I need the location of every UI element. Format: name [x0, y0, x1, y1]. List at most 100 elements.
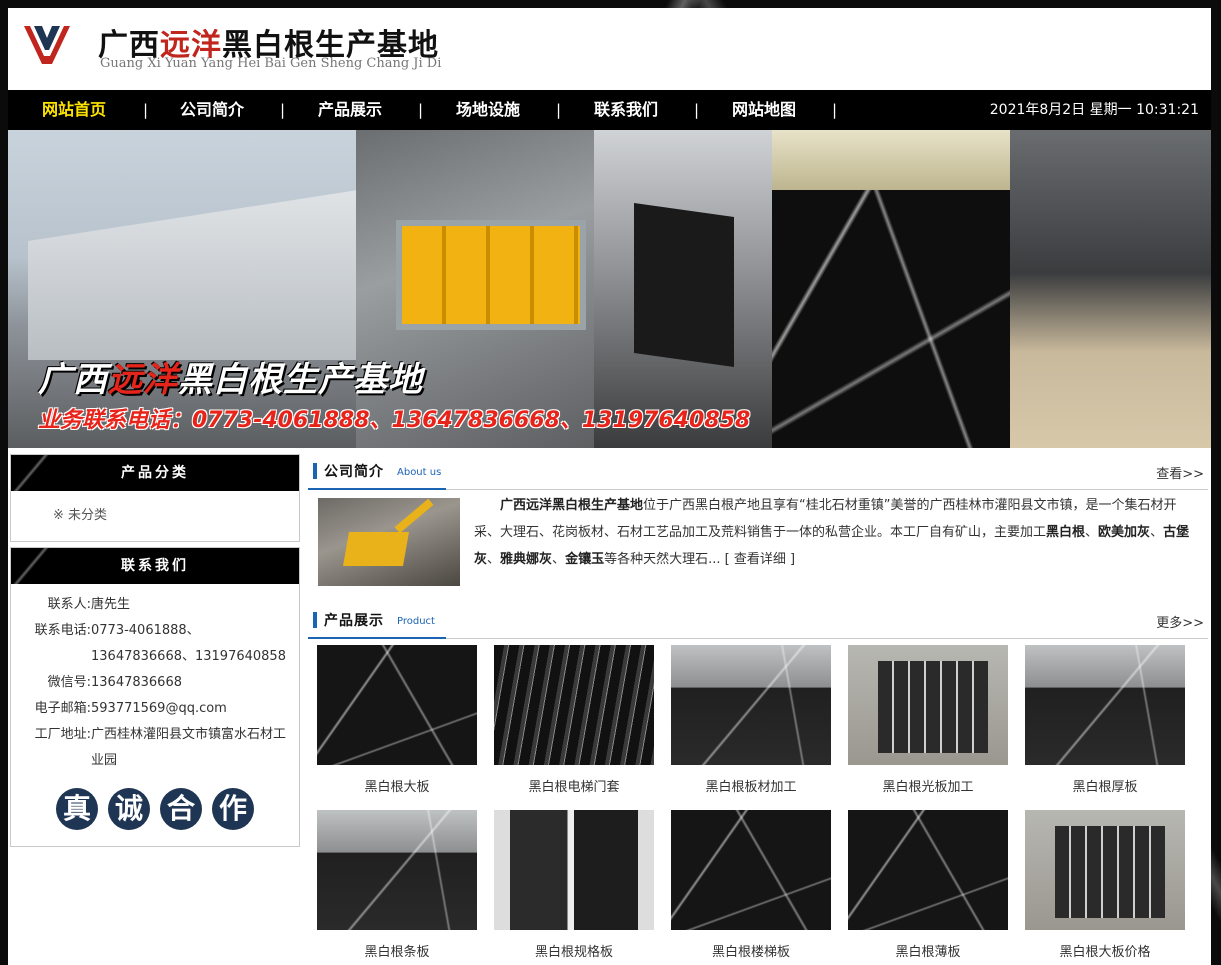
about-keyword: 欧美加灰 [1098, 525, 1151, 540]
about-text-part: 、 [1085, 525, 1099, 540]
nav-contact[interactable]: 联系我们 [594, 90, 658, 130]
about-text-part: 等各种天然大理石... [604, 552, 721, 567]
banner-photo-marble [772, 130, 1010, 448]
seal-char: 作 [212, 788, 254, 830]
seal-char: 诚 [108, 788, 150, 830]
contact-label: 微信号: [47, 675, 91, 690]
about-more-link[interactable]: 查看>> [1156, 463, 1204, 482]
product-image[interactable] [671, 645, 831, 765]
product-card[interactable]: 黑白根板材加工 [671, 645, 831, 795]
nav-datetime: 2021年8月2日 星期一 10:31:21 [989, 102, 1199, 118]
product-card[interactable]: 黑白根大板价格 [1025, 810, 1185, 960]
nav-facilities[interactable]: 场地设施 [456, 90, 520, 130]
about-title: 公司简介 [324, 464, 384, 480]
about-detail-link[interactable]: [ 查看详细 ] [720, 552, 795, 567]
product-name[interactable]: 黑白根板材加工 [671, 776, 831, 795]
product-name[interactable]: 黑白根条板 [317, 941, 477, 960]
banner-title-highlight: 远洋 [108, 360, 178, 400]
category-title: 产品分类 [11, 455, 299, 491]
contact-label: 联系电话: [34, 623, 91, 638]
product-image[interactable] [494, 645, 654, 765]
main-nav: 网站首页 | 公司简介 | 产品展示 | 场地设施 | 联系我们 | 网站地图 … [8, 90, 1211, 130]
product-image[interactable] [1025, 645, 1185, 765]
sincere-cooperation-seal: 真 诚 合 作 [19, 774, 291, 840]
product-card[interactable]: 黑白根电梯门套 [494, 645, 654, 795]
contact-label: 工厂地址: [34, 727, 91, 742]
contact-row-wechat: 微信号: 13647836668 [19, 670, 291, 696]
banner-title-part: 广西 [38, 360, 108, 400]
nav-home[interactable]: 网站首页 [42, 90, 106, 130]
contact-row-address: 工厂地址: 广西桂林灌阳县文市镇富水石材工业园 [19, 722, 291, 774]
main-content: 公司简介 About us 查看>> 广西远洋黑白根生产基地位于广西黑白根产地且… [308, 454, 1208, 965]
products-more-link[interactable]: 更多>> [1156, 612, 1204, 631]
nav-products[interactable]: 产品展示 [318, 90, 382, 130]
page: 广西远洋黑白根生产基地 Guang Xi Yuan Yang Hei Bai G… [8, 8, 1211, 965]
about-keyword: 黑白根 [1046, 525, 1086, 540]
hero-banner[interactable]: 广西远洋黑白根生产基地 业务联系电话：0773-4061888、13647836… [8, 130, 1211, 448]
nav-about[interactable]: 公司简介 [180, 90, 244, 130]
product-name[interactable]: 黑白根大板价格 [1025, 941, 1185, 960]
contact-value[interactable]: 593771569@qq.com [91, 696, 291, 722]
banner-title: 广西远洋黑白根生产基地 [38, 352, 423, 401]
product-image[interactable] [848, 810, 1008, 930]
about-company-name: 广西远洋黑白根生产基地 [500, 498, 644, 513]
product-image[interactable] [848, 645, 1008, 765]
contact-value: 广西桂林灌阳县文市镇富水石材工业园 [91, 727, 287, 768]
nav-separator: | [694, 101, 700, 119]
category-box: 产品分类 ※ 未分类 [10, 454, 300, 542]
nav-separator: | [143, 101, 149, 119]
about-keyword: 金镶玉 [565, 552, 605, 567]
nav-separator: | [556, 101, 562, 119]
about-text-part: 、 [487, 552, 501, 567]
nav-separator: | [832, 101, 838, 119]
product-card[interactable]: 黑白根规格板 [494, 810, 654, 960]
about-header: 公司简介 About us 查看>> [308, 454, 1208, 490]
product-image[interactable] [317, 645, 477, 765]
product-image[interactable] [671, 810, 831, 930]
about-title-en: About us [397, 467, 442, 478]
contact-title: 联系我们 [11, 548, 299, 584]
nav-sitemap[interactable]: 网站地图 [732, 90, 796, 130]
seal-char: 合 [160, 788, 202, 830]
product-card[interactable]: 黑白根条板 [317, 810, 477, 960]
product-image[interactable] [494, 810, 654, 930]
product-name[interactable]: 黑白根薄板 [848, 941, 1008, 960]
product-name[interactable]: 黑白根楼梯板 [671, 941, 831, 960]
product-grid: 黑白根大板 黑白根电梯门套 黑白根板材加工 黑白根光板加工 黑白根厚板 黑白根条… [308, 639, 1208, 965]
banner-phone: 业务联系电话：0773-4061888、13647836668、13197640… [38, 408, 751, 433]
about-image[interactable] [318, 498, 460, 586]
section-marker [313, 612, 317, 628]
product-card[interactable]: 黑白根楼梯板 [671, 810, 831, 960]
product-card[interactable]: 黑白根厚板 [1025, 645, 1185, 795]
product-card[interactable]: 黑白根薄板 [848, 810, 1008, 960]
banner-title-part: 黑白根生产基地 [178, 360, 423, 400]
nav-separator: | [280, 101, 286, 119]
product-name[interactable]: 黑白根规格板 [494, 941, 654, 960]
about-text-part: 、 [1150, 525, 1164, 540]
product-card[interactable]: 黑白根大板 [317, 645, 477, 795]
section-marker [313, 463, 317, 479]
product-name[interactable]: 黑白根电梯门套 [494, 776, 654, 795]
contact-box: 联系我们 联系人: 唐先生 联系电话: 0773-4061888、1364783… [10, 547, 300, 847]
contact-label: 电子邮箱: [34, 701, 91, 716]
company-logo[interactable] [20, 18, 74, 72]
about-section: 广西远洋黑白根生产基地位于广西黑白根产地且享有“桂北石材重镇”美誉的广西桂林市灌… [308, 490, 1208, 596]
category-item[interactable]: ※ 未分类 [11, 491, 299, 541]
about-text: 广西远洋黑白根生产基地位于广西黑白根产地且享有“桂北石材重镇”美誉的广西桂林市灌… [474, 492, 1198, 573]
contact-row-person: 联系人: 唐先生 [19, 592, 291, 618]
product-image[interactable] [1025, 810, 1185, 930]
product-name[interactable]: 黑白根光板加工 [848, 776, 1008, 795]
product-image[interactable] [317, 810, 477, 930]
products-title: 产品展示 [324, 613, 384, 629]
product-name[interactable]: 黑白根大板 [317, 776, 477, 795]
sidebar: 产品分类 ※ 未分类 联系我们 联系人: 唐先生 联系电话: 0773-4061… [10, 454, 300, 852]
contact-value: 0773-4061888、13647836668、13197640858 [91, 623, 286, 664]
nav-separator: | [418, 101, 424, 119]
products-header: 产品展示 Product 更多>> [308, 603, 1208, 639]
banner-photo-quarry [1010, 130, 1211, 448]
seal-char: 真 [56, 788, 98, 830]
contact-value: 13647836668 [91, 675, 182, 690]
product-card[interactable]: 黑白根光板加工 [848, 645, 1008, 795]
banner-photo-crane [594, 130, 772, 448]
product-name[interactable]: 黑白根厚板 [1025, 776, 1185, 795]
